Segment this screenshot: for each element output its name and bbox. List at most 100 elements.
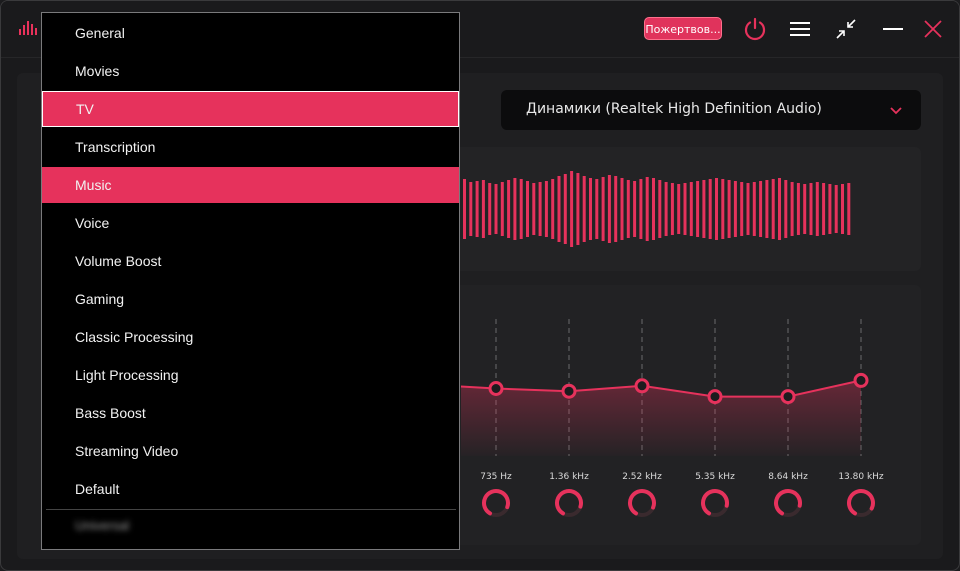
menu-item-transcription[interactable]: Transcription [42, 129, 459, 165]
waveform-bar [570, 171, 574, 247]
waveform-bar [834, 185, 838, 233]
donate-button[interactable]: Пожертвов... [644, 17, 722, 40]
menu-item-streaming-video[interactable]: Streaming Video [42, 433, 459, 469]
menu-item-voice[interactable]: Voice [42, 205, 459, 241]
waveform-bar [727, 180, 731, 238]
waveform-bar [778, 178, 781, 240]
waveform-bar [702, 180, 706, 238]
waveform-bar [765, 180, 769, 238]
waveform-bar [740, 182, 744, 236]
waveform-bar [664, 182, 668, 236]
menu-item-movies[interactable]: Movies [42, 53, 459, 89]
eq-frequency-label: 735 Hz [480, 472, 512, 482]
menu-item-bass-boost[interactable]: Bass Boost [42, 395, 459, 431]
waveform-bar [614, 176, 618, 242]
waveform-bar [633, 181, 637, 237]
waveform-bar [544, 181, 548, 237]
waveform-bar [551, 179, 555, 239]
waveform-bar [557, 176, 561, 242]
waveform-bar [532, 183, 536, 235]
eq-knob[interactable] [626, 487, 658, 519]
waveform-bar [500, 182, 504, 236]
waveform-visualizer [463, 171, 851, 247]
menu-item-music[interactable]: Music [42, 167, 459, 203]
app-window: Пожертвов... Динамики (Realtek High Defi… [0, 0, 960, 571]
waveform-bar [677, 184, 681, 234]
waveform-bar [683, 183, 687, 235]
waveform-bar [841, 184, 844, 234]
waveform-bar [721, 179, 725, 239]
eq-frequency-label: 2.52 kHz [622, 472, 662, 482]
waveform-bar [708, 179, 712, 239]
waveform-bar [790, 182, 794, 236]
waveform-bar [494, 184, 498, 234]
waveform-bar [658, 180, 662, 238]
waveform-bar [815, 182, 819, 236]
waveform-bar [601, 177, 605, 241]
menu-item-light-processing[interactable]: Light Processing [42, 357, 459, 393]
menu-item-default[interactable]: Default [42, 471, 459, 507]
eq-frequency-label: 8.64 kHz [768, 472, 808, 482]
menu-icon[interactable] [786, 15, 814, 43]
waveform-bar [526, 181, 529, 237]
waveform-bar [576, 173, 580, 245]
minimize-icon[interactable] [879, 15, 907, 43]
preset-dropdown-menu: General Movies TV Transcription Music Vo… [41, 12, 460, 550]
waveform-bar [607, 175, 611, 243]
eq-knob[interactable] [772, 487, 804, 519]
waveform-bar [796, 183, 800, 235]
waveform-bar [519, 179, 523, 239]
waveform-bar [475, 181, 479, 237]
waveform-bar [771, 179, 775, 239]
collapse-icon[interactable] [832, 15, 860, 43]
waveform-bar [626, 180, 630, 238]
waveform-bar [828, 184, 832, 234]
waveform-bar [488, 183, 492, 235]
eq-knob[interactable] [480, 487, 512, 519]
waveform-bar [752, 182, 756, 236]
waveform-bar [469, 182, 473, 236]
waveform-bar [639, 179, 643, 239]
device-label: Динамики (Realtek High Definition Audio) [526, 101, 822, 117]
waveform-bar [822, 183, 826, 235]
waveform-bar [847, 183, 851, 235]
menu-item-volume-boost[interactable]: Volume Boost [42, 243, 459, 279]
app-logo-icon [19, 21, 37, 35]
waveform-bar [595, 179, 599, 239]
eq-frequency-label: 1.36 kHz [549, 472, 589, 482]
eq-frequency-label: 5.35 kHz [695, 472, 735, 482]
menu-item-tv[interactable]: TV [42, 91, 459, 127]
waveform-bar [582, 176, 586, 242]
power-icon[interactable] [741, 15, 769, 43]
eq-knob[interactable] [699, 487, 731, 519]
waveform-bar [670, 183, 674, 235]
close-icon[interactable] [919, 15, 947, 43]
menu-divider [46, 509, 456, 510]
waveform-panel [441, 147, 921, 271]
waveform-bar [620, 178, 624, 240]
waveform-bar [463, 179, 466, 239]
waveform-bar [507, 180, 511, 238]
waveform-bar [538, 182, 542, 236]
menu-item-gaming[interactable]: Gaming [42, 281, 459, 317]
waveform-bar [652, 178, 655, 240]
menu-item-general[interactable]: General [42, 15, 459, 51]
waveform-bar [759, 181, 763, 237]
menu-item-blurred[interactable]: Universal [75, 518, 129, 533]
waveform-bar [645, 177, 649, 241]
eq-knob[interactable] [553, 487, 585, 519]
waveform-bar [696, 181, 700, 237]
device-select[interactable]: Динамики (Realtek High Definition Audio) [501, 90, 921, 130]
waveform-bar [809, 183, 813, 235]
waveform-bar [481, 180, 485, 238]
waveform-bar [513, 178, 517, 240]
eq-knob[interactable] [845, 487, 877, 519]
eq-frequency-label: 13.80 kHz [838, 472, 884, 482]
menu-item-classic-processing[interactable]: Classic Processing [42, 319, 459, 355]
waveform-bar [803, 184, 807, 234]
waveform-bar [689, 182, 693, 236]
chevron-down-icon [889, 102, 903, 121]
waveform-bar [784, 180, 788, 238]
waveform-bar [746, 183, 750, 235]
waveform-bar [589, 178, 592, 240]
